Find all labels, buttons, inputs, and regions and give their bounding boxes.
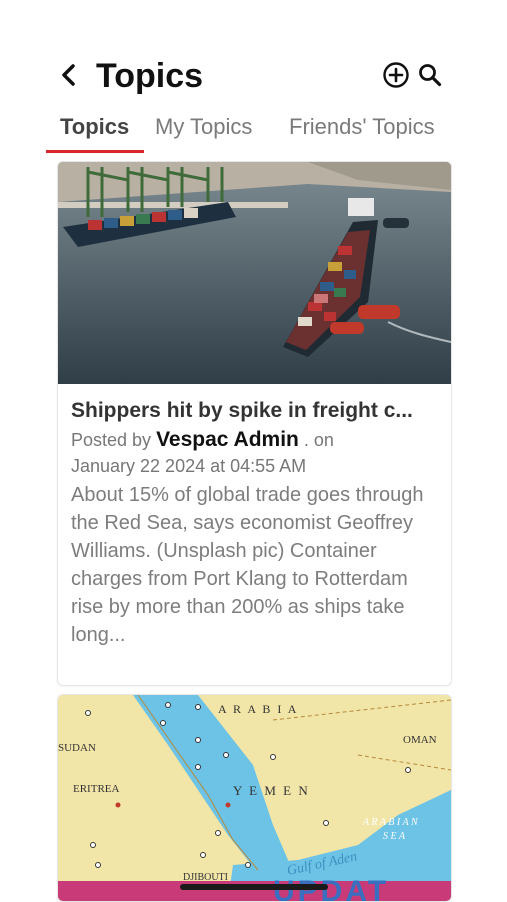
post-meta: Posted by Vespac Admin . on January 22 2…: [71, 427, 441, 479]
page-title: Topics: [96, 57, 204, 95]
map-label-sudan: SUDAN: [58, 742, 96, 754]
tab-topics[interactable]: Topics: [60, 114, 129, 140]
back-button[interactable]: [58, 60, 80, 90]
tab-friends-topics[interactable]: Friends' Topics: [289, 114, 435, 140]
chevron-left-icon: [62, 64, 75, 86]
home-indicator: [180, 884, 328, 890]
post-date: January 22 2024 at 04:55 AM: [71, 456, 307, 476]
post-body: Shippers hit by spike in freight c... Po…: [71, 398, 441, 649]
tab-my-topics[interactable]: My Topics: [155, 114, 252, 140]
posted-by-label: Posted by: [71, 430, 152, 450]
map-label-yemen: Y E M E N: [233, 783, 310, 798]
topic-card[interactable]: Shippers hit by spike in freight c... Po…: [57, 161, 452, 686]
on-label: . on: [303, 430, 334, 450]
post-title[interactable]: Shippers hit by spike in freight c...: [71, 398, 441, 424]
post-excerpt: About 15% of global trade goes through t…: [71, 484, 424, 646]
topic-tabs: Topics My Topics Friends' Topics: [0, 108, 507, 156]
map-label-sea: S E A: [383, 831, 406, 842]
post-author[interactable]: Vespac Admin: [156, 428, 299, 451]
topic-card[interactable]: A R A B I A SUDAN OMAN ERITREA Y E M E N…: [57, 694, 452, 902]
map-label-oman: OMAN: [403, 734, 437, 746]
add-topic-button[interactable]: [382, 61, 410, 89]
search-button[interactable]: [416, 61, 444, 89]
plus-circle-icon: [383, 62, 409, 88]
map-label-eritrea: ERITREA: [73, 783, 119, 795]
app-header: Topics: [0, 52, 507, 100]
map-label-arabia: A R A B I A: [218, 702, 298, 716]
active-tab-indicator: [46, 150, 144, 153]
map-image: A R A B I A SUDAN OMAN ERITREA Y E M E N…: [58, 695, 451, 901]
map-label-arabian-sea: A R A B I A N: [362, 817, 419, 828]
post-image: [58, 162, 451, 384]
search-icon: [419, 64, 442, 87]
